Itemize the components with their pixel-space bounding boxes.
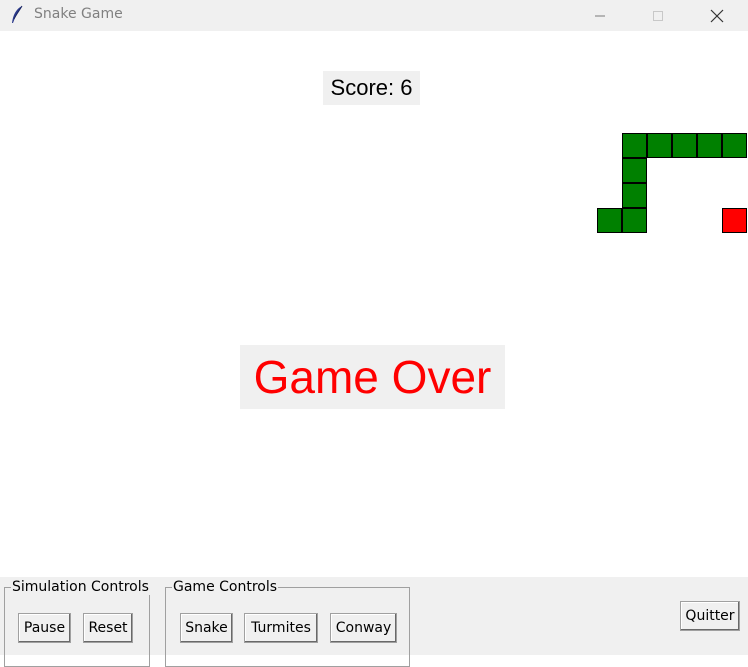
food-cell <box>722 208 747 233</box>
snake-segment <box>622 183 647 208</box>
simulation-controls-legend: Simulation Controls <box>11 579 150 595</box>
score-label: Score: 6 <box>323 71 420 105</box>
game-over-label: Game Over <box>240 345 505 409</box>
game-controls-group: Game Controls Snake Turmites Conway <box>165 579 410 667</box>
snake-button[interactable]: Snake <box>180 613 233 643</box>
snake-segment <box>597 208 622 233</box>
snake-segment <box>622 133 647 158</box>
turmites-button[interactable]: Turmites <box>244 613 318 643</box>
snake-segment <box>647 133 672 158</box>
snake-segment <box>722 133 747 158</box>
window-title: Snake Game <box>34 6 123 22</box>
maximize-icon[interactable] <box>635 0 681 31</box>
quit-button[interactable]: Quitter <box>680 601 740 631</box>
conway-button[interactable]: Conway <box>330 613 397 643</box>
snake-segment <box>622 208 647 233</box>
reset-button[interactable]: Reset <box>83 613 133 643</box>
title-bar: Snake Game <box>0 0 748 31</box>
minimize-icon[interactable] <box>577 0 623 31</box>
snake-segment <box>622 158 647 183</box>
simulation-controls-group: Simulation Controls Pause Reset <box>4 579 150 667</box>
game-controls-legend: Game Controls <box>172 579 279 595</box>
controls-bar: Simulation Controls Pause Reset Game Con… <box>0 577 748 667</box>
game-canvas[interactable]: Score: 6 Game Over <box>0 31 748 577</box>
feather-icon <box>10 5 24 25</box>
snake-segment <box>697 133 722 158</box>
pause-button[interactable]: Pause <box>18 613 71 643</box>
close-icon[interactable] <box>694 0 740 31</box>
snake-segment <box>672 133 697 158</box>
